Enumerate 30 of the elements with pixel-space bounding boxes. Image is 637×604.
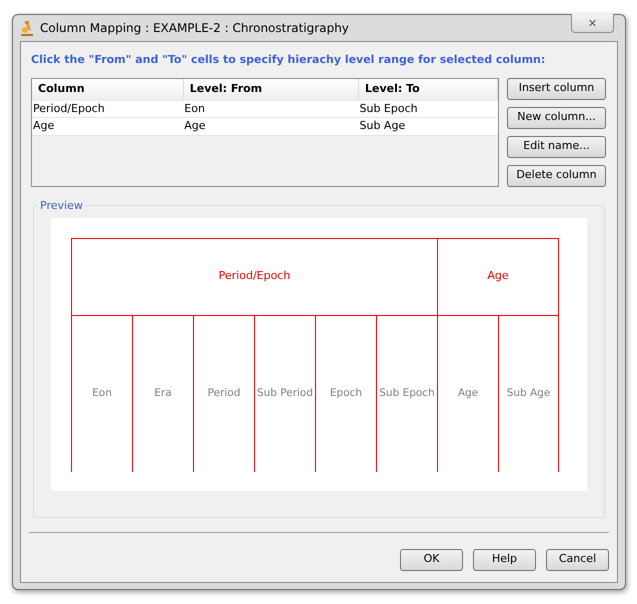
level-cell: Age xyxy=(437,316,498,472)
level-cell: Era xyxy=(132,316,193,472)
table-cell[interactable]: Sub Age xyxy=(358,118,498,135)
side-button[interactable]: Edit name... xyxy=(507,136,606,158)
table-cell[interactable]: Sub Epoch xyxy=(358,100,498,118)
dialog-button[interactable]: Help xyxy=(473,548,536,570)
window-title: Column Mapping : EXAMPLE-2 : Chronostratigraphy xyxy=(40,20,349,37)
dialog-button[interactable]: OK xyxy=(400,548,463,570)
level-cell: Sub Age xyxy=(498,316,559,472)
dialog-button[interactable]: Cancel xyxy=(546,548,609,570)
side-button[interactable]: Insert column xyxy=(507,78,606,100)
level-cell: Period xyxy=(193,316,254,472)
level-cell: Eon xyxy=(71,316,132,472)
group-header: Period/Epoch xyxy=(71,238,437,316)
table-cell[interactable]: Eon xyxy=(183,100,358,118)
group-header: Age xyxy=(437,238,559,316)
level-cell: Epoch xyxy=(315,316,376,472)
column-header[interactable]: Level: To xyxy=(358,78,498,100)
column-header[interactable]: Level: From xyxy=(183,78,358,100)
table-cell[interactable]: Period/Epoch xyxy=(32,100,184,118)
column-header[interactable]: Column xyxy=(32,78,184,100)
table-cell[interactable]: Age xyxy=(183,118,358,135)
level-cell: Sub Epoch xyxy=(376,316,437,472)
close-button[interactable]: ✕ xyxy=(571,14,614,33)
table-cell[interactable]: Age xyxy=(32,118,184,135)
side-button[interactable]: New column... xyxy=(507,106,606,128)
side-button[interactable]: Delete column xyxy=(507,164,606,186)
instruction-text: Click the "From" and "To" cells to specify hierachy level range for selected column: xyxy=(31,52,546,68)
level-cell: Sub Period xyxy=(254,316,315,472)
microscope-icon xyxy=(20,20,34,36)
